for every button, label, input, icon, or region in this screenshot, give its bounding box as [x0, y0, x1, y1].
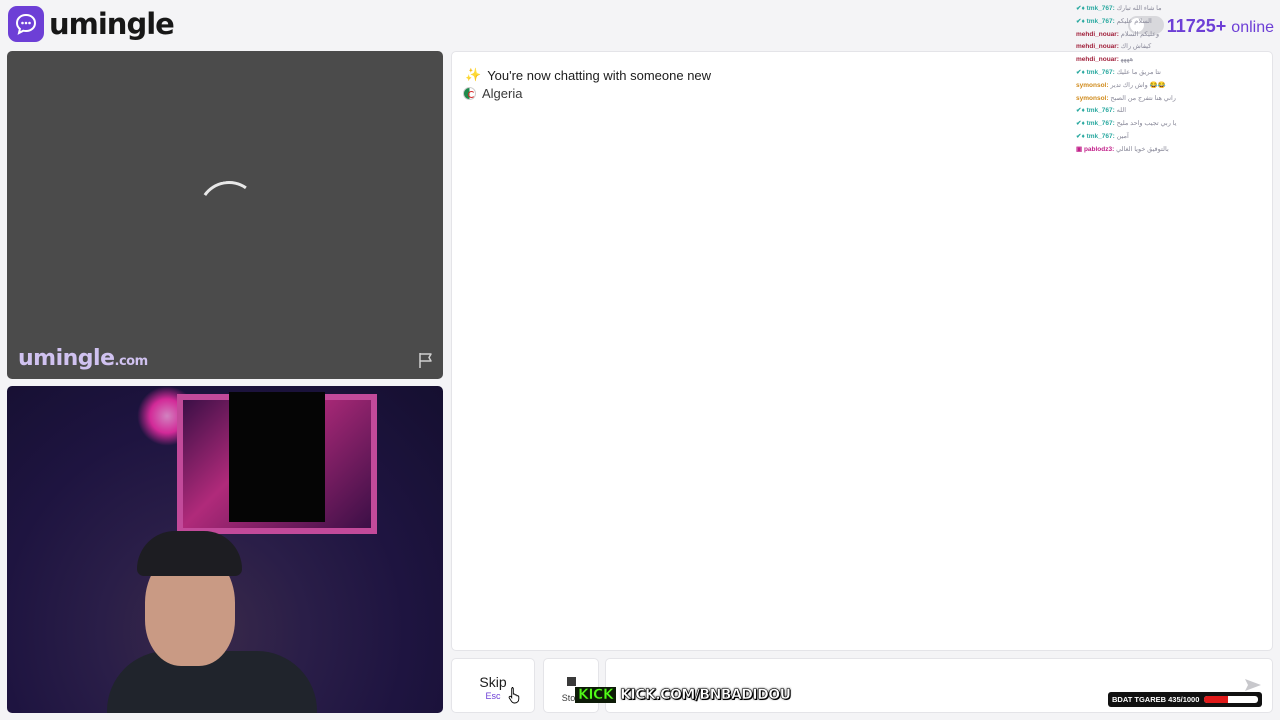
background-window — [229, 392, 325, 522]
stream-chat-row: mehdi_nouar: ﻫﻬﻬﻬ — [1076, 54, 1276, 67]
stream-chat-nick: ▣ pablodz3: — [1076, 145, 1115, 153]
stream-chat-message: ﺑﺎﻟﺘﻮﻓﻴﻖ ﺧﻮﻳﺎ ﺍﻟﻐﺎﻟﻲ — [1114, 145, 1169, 153]
stream-chat-message: ﻳﺎ ﺭﺑﻲ ﺗﺠﻴﺐ ﻭﺍﺣﺪ ﻣﻠﻴﺢ — [1114, 120, 1177, 128]
system-message-text: You're now chatting with someone new — [487, 67, 712, 83]
stream-chat-nick: ✔♦ tmk_767: — [1076, 17, 1115, 25]
stream-chat-nick: mehdi_nouar: — [1076, 56, 1119, 64]
stream-chat-row: ✔♦ tmk_767: ﻳﺎ ﺭﺑﻲ ﺗﺠﻴﺐ ﻭﺍﺣﺪ ﻣﻠﻴﺢ — [1076, 118, 1276, 131]
stream-chat-nick: symonsol: — [1076, 81, 1109, 89]
stream-chat-overlay: ✔♦ tmk_767: ﻣﺎ ﺷﺎﺀ ﺍﻟﻠﻪ ﺗﺒﺎﺭﻙ ✔♦ tmk_767:… — [1076, 3, 1276, 157]
sparkle-icon: ✨ — [465, 67, 482, 82]
kick-url: KICK.COM/BNBADIDOU — [620, 687, 791, 704]
send-icon[interactable] — [1244, 678, 1262, 692]
stream-chat-row: ✔♦ tmk_767: ﻣﺎ ﺷﺎﺀ ﺍﻟﻠﻪ ﺗﺒﺎﺭﻙ — [1076, 3, 1276, 16]
kick-logo: KICK — [575, 687, 617, 703]
stream-chat-message: ﻛﻴﻔﺎﺵ ﺭﺍﻙ — [1118, 43, 1152, 51]
video-watermark: umingle.com — [18, 346, 148, 371]
watermark-brand: umingle — [18, 346, 115, 371]
stream-chat-row: symonsol: ﺭﺍﻧﻲ ﻫﻨﺎ ﻧﺘﻔﺮﺝ ﻣﻦ ﺍﻟﺼﺒﺢ — [1076, 93, 1276, 106]
streamer-cap — [137, 531, 242, 576]
stream-chat-row: ▣ pablodz3: ﺑﺎﻟﺘﻮﻓﻴﻖ ﺧﻮﻳﺎ ﺍﻟﻐﺎﻟﻲ — [1076, 144, 1276, 157]
stream-chat-row: ✔♦ tmk_767: ﺍﻟﺴﻼﻡ ﻋﻠﻴﻜﻢ — [1076, 16, 1276, 29]
stream-chat-message: ﻧﺘﺎ ﻣﺮﻳﻖ ﻣﺎ ﻋﻠﻴﻚ — [1114, 68, 1161, 76]
goal-fill — [1204, 696, 1228, 703]
streamer-figure — [107, 526, 317, 713]
stream-chat-nick: mehdi_nouar: — [1076, 30, 1119, 38]
stream-chat-message: ﺁﻣﻴﻦ — [1114, 132, 1129, 140]
stranger-country: Algeria — [463, 86, 522, 101]
stream-goal-bar: BDAT TGAREB 435/1000 — [1108, 692, 1262, 707]
brand-name: umingle — [49, 7, 175, 41]
stream-chat-nick: mehdi_nouar: — [1076, 43, 1119, 51]
stream-chat-row: ✔♦ tmk_767: ﺁﻣﻴﻦ — [1076, 131, 1276, 144]
stream-chat-message: ﺍﻟﺴﻼﻡ ﻋﻠﻴﻜﻢ — [1114, 17, 1152, 25]
loading-spinner — [193, 176, 265, 248]
self-camera-video — [7, 386, 443, 713]
watermark-domain: .com — [114, 354, 149, 369]
country-name: Algeria — [482, 86, 523, 101]
stranger-video: umingle.com — [7, 51, 443, 379]
kick-promo-banner: KICK KICK.COM/BNBADIDOU — [575, 687, 791, 703]
stream-chat-nick: ✔♦ tmk_767: — [1076, 68, 1115, 76]
stream-chat-message: ﻭﺍﺵ ﺭﺍﻙ ﺗﺪﻳﺮ 😂😂 — [1108, 81, 1166, 89]
stream-chat-message: ﻣﺎ ﺷﺎﺀ ﺍﻟﻠﻪ ﺗﺒﺎﺭﻙ — [1114, 5, 1162, 12]
system-message: ✨ You're now chatting with someone new — [465, 67, 711, 83]
stream-chat-row: mehdi_nouar: ﻛﻴﻔﺎﺵ ﺭﺍﻙ — [1076, 41, 1276, 54]
stream-chat-row: mehdi_nouar: ﻭﻋﻠﻴﻜﻢ ﺍﻟﺴﻼﻡ — [1076, 29, 1276, 42]
stream-chat-nick: ✔♦ tmk_767: — [1076, 120, 1115, 128]
stream-chat-nick: symonsol: — [1076, 94, 1109, 102]
stream-chat-message: ﺭﺍﻧﻲ ﻫﻨﺎ ﻧﺘﻔﺮﺝ ﻣﻦ ﺍﻟﺼﺒﺢ — [1108, 94, 1176, 102]
hand-cursor-icon — [508, 687, 520, 704]
stop-button[interactable]: Stop — [543, 658, 599, 713]
skip-button[interactable]: Skip Esc — [451, 658, 535, 713]
goal-track — [1204, 696, 1258, 703]
stream-chat-nick: ✔♦ tmk_767: — [1076, 5, 1115, 12]
stream-chat-nick: ✔♦ tmk_767: — [1076, 132, 1115, 140]
stream-chat-message: ﺍﻟﻠﻪ — [1114, 107, 1127, 115]
goal-text: BDAT TGAREB 435/1000 — [1112, 695, 1200, 704]
algeria-flag-icon — [463, 87, 476, 100]
report-flag-icon[interactable] — [417, 351, 435, 369]
stream-chat-message: ﻭﻋﻠﻴﻜﻢ ﺍﻟﺴﻼﻡ — [1118, 30, 1160, 38]
stream-chat-message: ﻫﻬﻬﻬ — [1118, 56, 1134, 64]
stream-chat-row: symonsol: ﻭﺍﺵ ﺭﺍﻙ ﺗﺪﻳﺮ 😂😂 — [1076, 80, 1276, 93]
stream-chat-nick: ✔♦ tmk_767: — [1076, 107, 1115, 115]
stream-chat-row: ✔♦ tmk_767: ﺍﻟﻠﻪ — [1076, 105, 1276, 118]
chat-bubble-icon — [8, 6, 44, 42]
brand-logo[interactable]: umingle — [8, 6, 175, 42]
stream-chat-row: ✔♦ tmk_767: ﻧﺘﺎ ﻣﺮﻳﻖ ﻣﺎ ﻋﻠﻴﻚ — [1076, 67, 1276, 80]
stop-icon — [566, 677, 576, 686]
